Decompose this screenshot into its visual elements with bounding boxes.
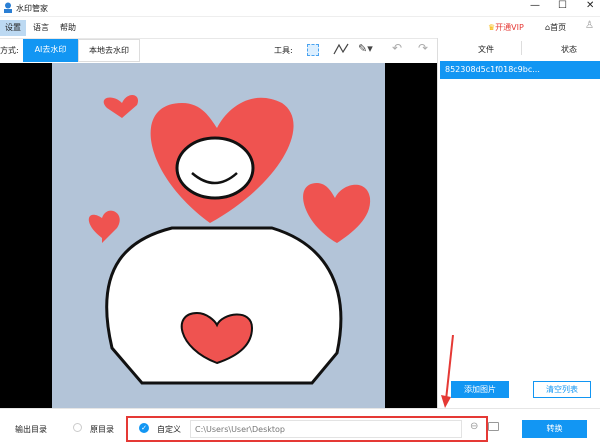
menu-language[interactable]: 语言 bbox=[28, 20, 54, 36]
clear-list-button[interactable]: 清空列表 bbox=[533, 381, 591, 398]
column-divider bbox=[521, 41, 522, 55]
file-list-item[interactable]: 852308d5c1f018c9bc... bbox=[440, 61, 600, 79]
convert-button[interactable]: 转换 bbox=[522, 420, 587, 438]
clear-path-icon[interactable]: ⊖ bbox=[470, 421, 478, 432]
annotation-arrow bbox=[441, 335, 454, 408]
brush-icon[interactable]: ✎▾ bbox=[358, 42, 373, 55]
image-canvas[interactable] bbox=[0, 63, 437, 408]
menu-bar: 设置 语言 帮助 ♛开通VIP ⌂首页 ♙ bbox=[0, 16, 600, 38]
output-path-input[interactable]: C:\Users\User\Desktop bbox=[190, 420, 462, 438]
local-remove-tab[interactable]: 本地去水印 bbox=[78, 39, 140, 62]
tools-label: 工具: bbox=[274, 46, 293, 55]
vip-label: 开通VIP bbox=[495, 23, 524, 32]
output-bar: 输出目录 原目录 ✓ 自定义 C:\Users\User\Desktop ⊖ 转… bbox=[0, 408, 600, 445]
vip-button[interactable]: ♛开通VIP bbox=[488, 22, 524, 33]
home-label: 首页 bbox=[550, 23, 567, 32]
home-button[interactable]: ⌂首页 bbox=[545, 22, 566, 33]
radio-original[interactable] bbox=[73, 423, 82, 432]
undo-icon[interactable]: ↶ bbox=[392, 41, 402, 55]
user-icon[interactable]: ♙ bbox=[585, 20, 594, 31]
option-custom-label: 自定义 bbox=[157, 425, 181, 434]
app-logo-icon bbox=[3, 2, 13, 13]
title-bar: 水印管家 — ☐ ✕ bbox=[0, 0, 600, 16]
ai-remove-tab[interactable]: AI去水印 bbox=[23, 39, 78, 62]
app-title: 水印管家 bbox=[16, 4, 48, 13]
option-original-label: 原目录 bbox=[90, 425, 114, 434]
column-file: 文件 bbox=[478, 45, 494, 54]
radio-custom-checked[interactable]: ✓ bbox=[139, 423, 149, 433]
minimize-button[interactable]: — bbox=[530, 0, 540, 11]
preview-image bbox=[52, 63, 385, 408]
output-dir-label: 输出目录 bbox=[15, 425, 47, 434]
menu-help[interactable]: 帮助 bbox=[55, 20, 81, 36]
column-status: 状态 bbox=[561, 45, 577, 54]
polyline-icon[interactable] bbox=[333, 42, 349, 58]
menu-settings[interactable]: 设置 bbox=[0, 20, 26, 36]
redo-icon[interactable]: ↷ bbox=[418, 41, 428, 55]
toolbar: 方式: AI去水印 本地去水印 工具: ✎▾ ↶ ↷ bbox=[0, 38, 437, 63]
mode-label: 方式: bbox=[0, 46, 19, 55]
file-list-panel: 文件 状态 852308d5c1f018c9bc... 添加图片 清空列表 bbox=[437, 38, 600, 408]
maximize-button[interactable]: ☐ bbox=[558, 0, 567, 11]
add-image-button[interactable]: 添加图片 bbox=[451, 381, 509, 398]
close-button[interactable]: ✕ bbox=[586, 0, 594, 11]
rect-select-icon[interactable] bbox=[307, 44, 319, 56]
folder-icon[interactable] bbox=[488, 422, 499, 431]
